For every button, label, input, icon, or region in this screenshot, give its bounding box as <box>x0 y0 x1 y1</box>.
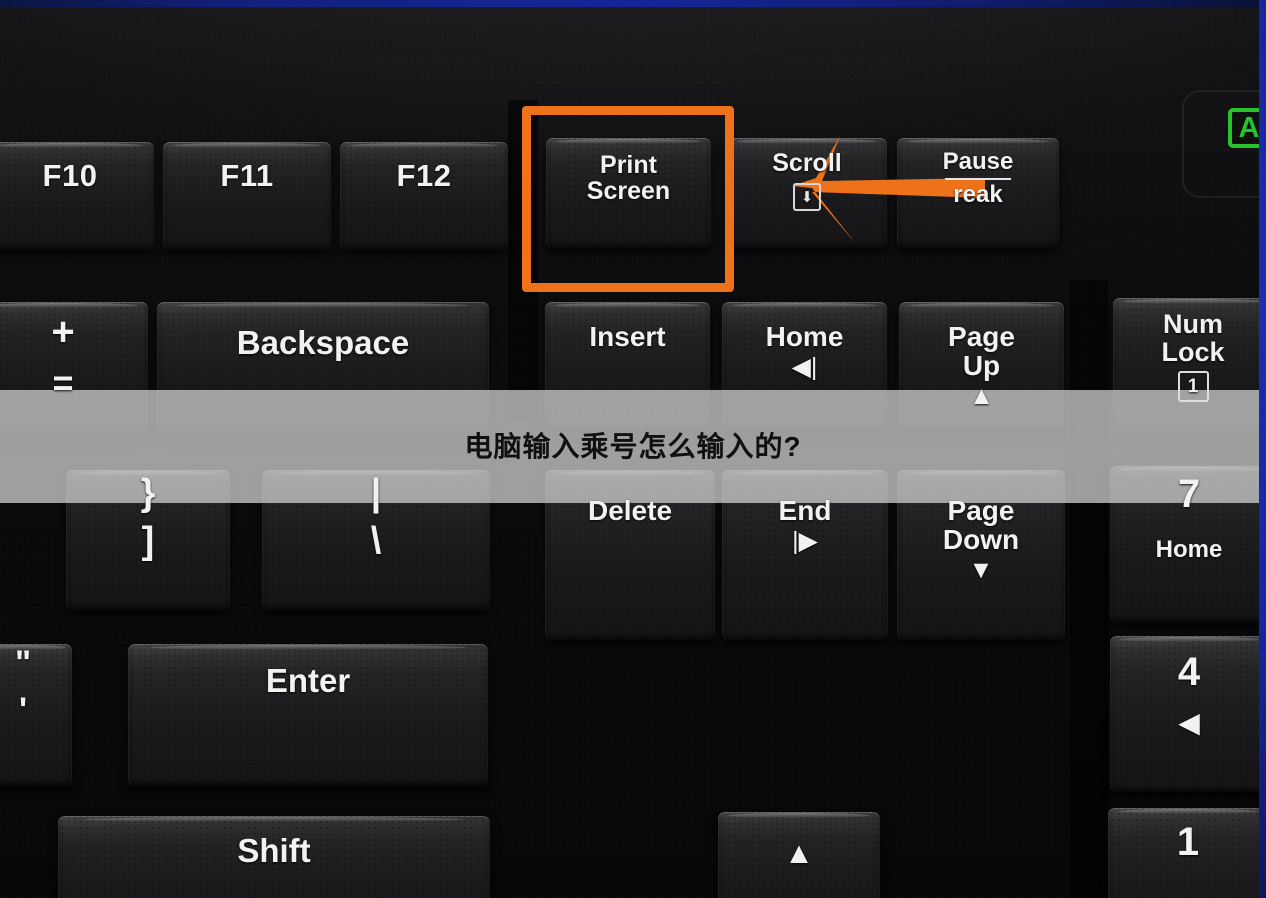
key-divider-rule <box>944 177 1012 180</box>
next-track-icon: |▶ <box>792 527 818 556</box>
key-quote[interactable]: " ' <box>0 644 72 786</box>
key-label-line1: Print <box>600 151 657 179</box>
key-label-line2: Screen <box>586 177 671 205</box>
key-texture <box>0 644 72 786</box>
num-lock-indicator-icon: 1 <box>1177 371 1209 403</box>
screenshot-canvas: F10 F11 F12 Print Screen Scroll ⬇ Pause … <box>0 0 1266 898</box>
key-label-line2: Lock <box>1161 337 1225 368</box>
key-label-single-quote: ' <box>18 691 28 730</box>
key-label-secondary: Home <box>1155 535 1223 563</box>
scroll-lock-down-arrow-icon: ⬇ <box>793 183 821 211</box>
key-numpad-4-left[interactable]: 4 ◀ <box>1110 636 1266 792</box>
key-arrow-up[interactable]: ▲ <box>718 812 880 898</box>
key-label: Home <box>765 321 844 352</box>
page-title: 电脑输入乘号怎么输入的? <box>464 430 802 462</box>
key-label-brace: } <box>140 472 156 514</box>
key-print-screen[interactable]: Print Screen <box>546 138 711 248</box>
key-f10[interactable]: F10 <box>0 142 154 250</box>
key-label-double-quote: " <box>14 644 32 682</box>
triangle-down-icon: ▼ <box>968 556 994 585</box>
key-label: Insert <box>589 321 666 352</box>
key-label: Shift <box>237 832 311 869</box>
key-label: F12 <box>396 158 452 193</box>
key-label-pause: Pause <box>942 148 1014 175</box>
key-label: Delete <box>587 495 673 526</box>
key-numpad-1[interactable]: 1 <box>1108 808 1266 898</box>
key-label: Backspace <box>236 324 410 361</box>
key-label: F11 <box>220 158 274 193</box>
key-f12[interactable]: F12 <box>340 142 508 250</box>
key-label-plus: + <box>51 310 75 354</box>
key-scroll-lock[interactable]: Scroll ⬇ <box>727 138 887 248</box>
key-label: Enter <box>265 662 351 699</box>
key-shift[interactable]: Shift <box>58 816 490 898</box>
key-enter[interactable]: Enter <box>128 644 488 786</box>
key-label-line1: Page <box>947 495 1015 526</box>
previous-track-icon: ◀| <box>791 353 818 382</box>
key-label: F10 <box>42 158 98 193</box>
key-label-pipe: | <box>370 472 382 514</box>
key-label-line2: Down <box>942 524 1020 556</box>
caption-overlay-band: 电脑输入乘号怎么输入的? <box>0 390 1266 503</box>
key-pause-break[interactable]: Pause reak <box>897 138 1059 248</box>
triangle-up-icon: ▲ <box>784 837 814 870</box>
key-label-line2: Up <box>962 350 1001 382</box>
triangle-up-icon: ▲ <box>969 382 994 411</box>
key-label: Scroll <box>772 149 842 177</box>
key-label-backslash: \ <box>370 519 382 562</box>
key-label: End <box>778 495 832 526</box>
key-label-digit: 1 <box>1176 820 1200 864</box>
pause-break-stack: Pause reak <box>942 148 1014 208</box>
key-label-break: reak <box>953 180 1003 208</box>
key-label-line1: Num <box>1163 309 1223 339</box>
key-label-digit: 7 <box>1177 472 1201 516</box>
page-edge-right <box>1259 0 1266 898</box>
key-label-digit: 4 <box>1177 650 1201 694</box>
key-label-equals: = <box>52 361 74 403</box>
key-label-bracket: ] <box>141 519 155 562</box>
key-label-line1: Page <box>948 321 1015 352</box>
page-edge-top <box>0 0 1266 7</box>
triangle-left-icon: ◀ <box>1178 706 1200 738</box>
key-f11[interactable]: F11 <box>163 142 331 250</box>
